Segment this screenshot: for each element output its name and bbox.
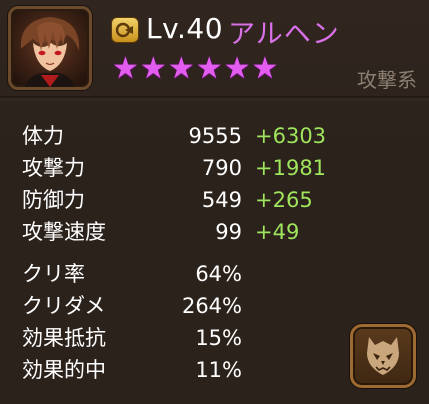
star-icon: ★ [139,51,167,86]
star-icon: ★ [251,51,279,86]
monster-mask-button[interactable] [350,324,416,388]
star-icon: ★ [167,51,195,86]
stat-label: 体力 [22,124,64,148]
star-icon: ★ [195,51,223,86]
stat-row-crit-damage: クリダメ 264% [0,291,429,321]
stat-value: 64% [195,262,242,286]
stat-bonus: +1981 [255,156,327,180]
stat-row-attack: 攻撃力 790 +1981 [0,153,429,183]
monster-portrait[interactable] [8,6,92,90]
stat-row-hp: 体力 9555 +6303 [0,121,429,151]
stat-label: 効果的中 [22,358,106,382]
stat-row-defense: 防御力 549 +265 [0,185,429,215]
monster-header: Lv.40 アルヘン ★ ★ ★ ★ ★ ★ 攻撃系 [0,0,429,96]
stat-label: 攻撃速度 [22,220,106,244]
monster-type: 攻撃系 [357,68,417,92]
stat-value: 9555 [188,124,242,148]
star-icon: ★ [223,51,251,86]
level-badge-icon [112,18,138,42]
monster-level: Lv.40 [146,12,224,45]
stat-value: 790 [201,156,242,180]
monster-mask-icon [367,337,399,375]
stat-value: 99 [215,220,242,244]
stat-label: クリダメ [22,294,106,318]
stat-row-crit-rate: クリ率 64% [0,259,429,289]
stat-label: 効果抵抗 [22,326,106,350]
stat-bonus: +265 [255,188,313,212]
stat-label: 攻撃力 [22,156,85,180]
monster-name: アルヘン [228,19,340,50]
header-divider [0,96,429,100]
stat-label: 防御力 [22,188,85,212]
stat-label: クリ率 [22,262,85,286]
stat-bonus: +6303 [255,124,327,148]
stat-value: 264% [181,294,242,318]
stat-value: 11% [195,358,242,382]
stat-value: 15% [195,326,242,350]
stat-value: 549 [201,188,242,212]
stat-bonus: +49 [255,220,300,244]
stat-row-speed: 攻撃速度 99 +49 [0,217,429,247]
monster-info-panel: Lv.40 アルヘン ★ ★ ★ ★ ★ ★ 攻撃系 体力 9555 +6303… [0,0,429,404]
star-rating: ★ ★ ★ ★ ★ ★ [112,54,278,84]
portrait-art [20,17,80,87]
star-icon: ★ [112,51,139,86]
